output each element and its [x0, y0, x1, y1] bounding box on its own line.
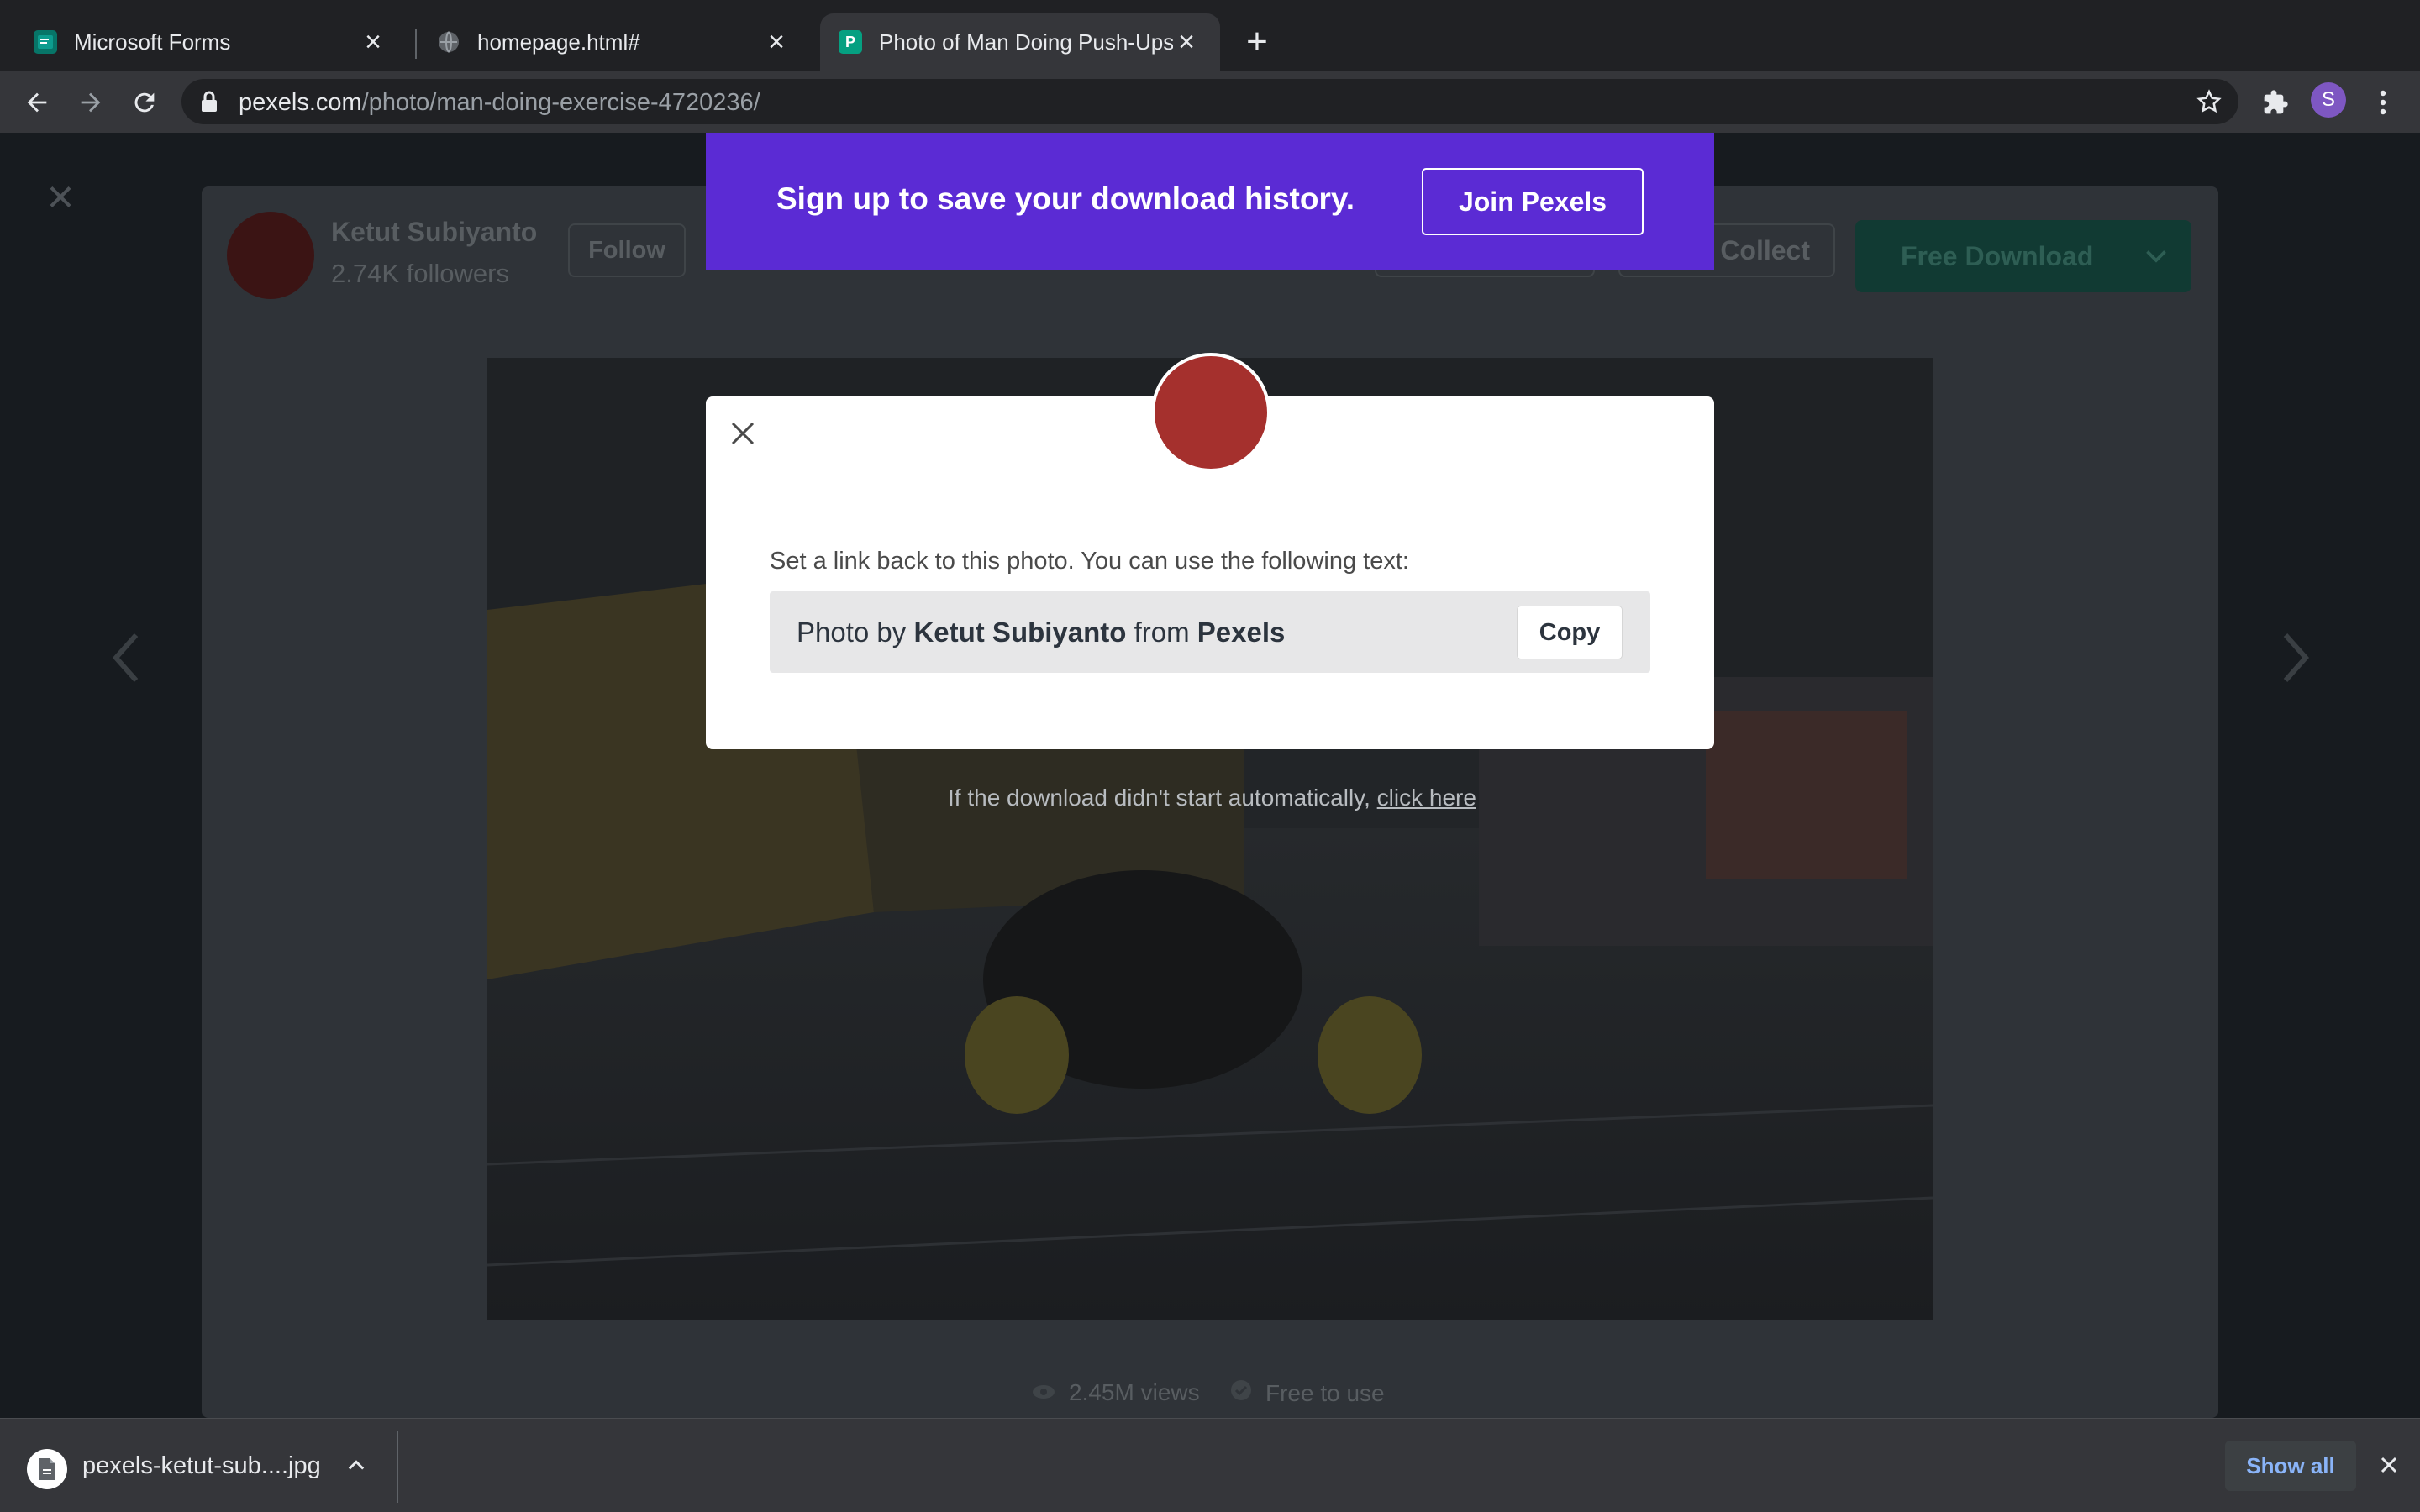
credit-prefix: Photo by — [797, 617, 907, 648]
tab-title: Photo of Man Doing Push-Ups — [879, 29, 1173, 55]
download-shelf: pexels-ketut-sub....jpg Show all — [0, 1418, 2420, 1512]
chrome-menu-icon[interactable] — [2365, 84, 2402, 121]
close-icon[interactable]: × — [40, 173, 81, 220]
free-download-button[interactable]: Free Download — [1855, 220, 2191, 292]
close-icon[interactable] — [724, 415, 761, 452]
show-all-button[interactable]: Show all — [2225, 1441, 2356, 1491]
click-here-link[interactable]: click here — [1377, 785, 1476, 811]
promo-text: Sign up to save your download history. — [776, 181, 1355, 216]
follow-button[interactable]: Follow — [568, 223, 686, 277]
tab-pexels-photo[interactable]: P Photo of Man Doing Push-Ups × — [820, 13, 1220, 71]
tab-title: homepage.html# — [477, 29, 640, 55]
pexels-icon: P — [839, 30, 862, 54]
download-fallback-note: If the download didn't start automatical… — [948, 785, 1476, 811]
download-filename[interactable]: pexels-ketut-sub....jpg — [82, 1452, 321, 1480]
address-bar[interactable]: pexels.com/photo/man-doing-exercise-4720… — [182, 79, 2238, 124]
url-text[interactable]: pexels.com/photo/man-doing-exercise-4720… — [239, 89, 760, 117]
views-count: 2.45M views — [1069, 1379, 1200, 1405]
url-host: pexels.com — [239, 89, 362, 116]
check-circle-icon — [1230, 1379, 1252, 1407]
lock-icon[interactable] — [200, 91, 218, 117]
credit-mid: from — [1134, 617, 1190, 648]
attribution-instruction: Set a link back to this photo. You can u… — [770, 548, 1409, 575]
tab-homepage[interactable]: homepage.html# × — [417, 13, 810, 71]
views-stat: 2.45M views — [1032, 1379, 1200, 1406]
new-tab-button[interactable]: + — [1239, 21, 1276, 62]
close-icon[interactable]: × — [763, 26, 790, 58]
author-avatar — [1151, 353, 1270, 472]
license-stat: Free to use — [1230, 1379, 1385, 1407]
previous-photo-arrow-icon[interactable] — [108, 628, 145, 687]
bookmark-star-icon[interactable] — [2196, 89, 2222, 118]
microsoft-forms-icon — [34, 30, 57, 54]
join-pexels-button[interactable]: Join Pexels — [1422, 168, 1644, 235]
collect-label: Collect — [1720, 234, 1810, 265]
free-download-label: Free Download — [1901, 241, 2094, 271]
next-photo-arrow-icon[interactable] — [2277, 628, 2314, 687]
extensions-puzzle-icon[interactable] — [2257, 84, 2294, 121]
tab-title: Microsoft Forms — [74, 29, 231, 55]
close-icon[interactable]: × — [1173, 26, 1200, 58]
credit-author: Ketut Subiyanto — [913, 617, 1127, 648]
globe-icon — [437, 30, 460, 54]
close-icon[interactable]: × — [360, 26, 387, 58]
url-path: /photo/man-doing-exercise-4720236/ — [361, 89, 760, 116]
download-note-text: If the download didn't start automatical… — [948, 785, 1370, 811]
shelf-divider — [397, 1431, 398, 1503]
attribution-credit-box: Photo by Ketut Subiyanto from Pexels Cop… — [770, 591, 1650, 673]
file-icon — [27, 1449, 67, 1489]
license-text[interactable]: Free to use — [1265, 1380, 1385, 1407]
close-icon[interactable] — [2376, 1452, 2402, 1478]
chevron-up-icon[interactable] — [345, 1454, 368, 1478]
copy-button[interactable]: Copy — [1518, 606, 1622, 659]
profile-avatar[interactable]: S — [2311, 82, 2346, 118]
tab-strip: Microsoft Forms × homepage.html# × P Pho… — [0, 0, 2420, 71]
reload-button[interactable] — [126, 84, 163, 121]
eye-icon — [1032, 1379, 1055, 1406]
tab-microsoft-forms[interactable]: Microsoft Forms × — [0, 13, 407, 71]
author-avatar[interactable] — [227, 212, 314, 299]
signup-promo-banner: Sign up to save your download history. J… — [706, 133, 1714, 270]
browser-toolbar: pexels.com/photo/man-doing-exercise-4720… — [0, 71, 2420, 133]
forward-button[interactable] — [72, 84, 109, 121]
back-button[interactable] — [18, 84, 55, 121]
credit-site: Pexels — [1197, 617, 1286, 648]
author-name[interactable]: Ketut Subiyanto — [331, 217, 537, 248]
attribution-credit-text: Photo by Ketut Subiyanto from Pexels — [797, 617, 1285, 648]
author-followers: 2.74K followers — [331, 259, 509, 288]
chevron-down-icon[interactable] — [2141, 240, 2171, 277]
